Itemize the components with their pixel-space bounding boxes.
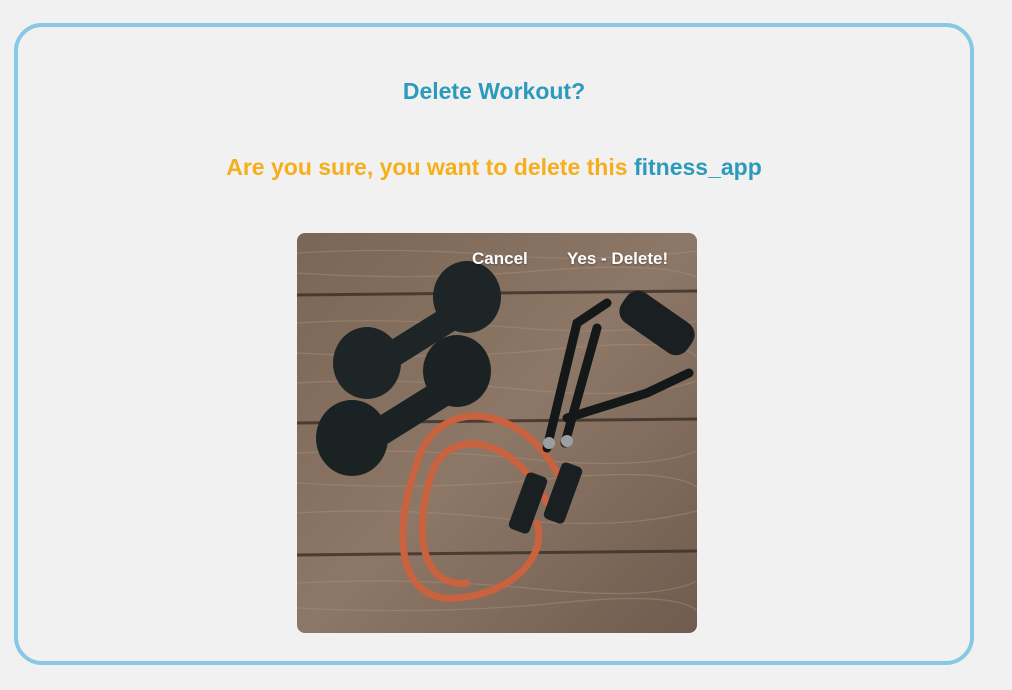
dumbbells-and-resistance-band-icon (297, 233, 697, 633)
workout-image: Cancel Yes - Delete! (297, 233, 697, 633)
delete-workout-dialog: Delete Workout? Are you sure, you want t… (14, 23, 974, 665)
dialog-title: Delete Workout? (402, 78, 586, 104)
item-name: fitness_app (633, 154, 762, 180)
question-text: Are you sure, you want to delete this (226, 154, 628, 180)
cancel-button[interactable]: Cancel (472, 249, 528, 269)
confirmation-question: Are you sure, you want to delete this fi… (18, 154, 970, 181)
confirm-delete-button[interactable]: Yes - Delete! (567, 249, 668, 269)
